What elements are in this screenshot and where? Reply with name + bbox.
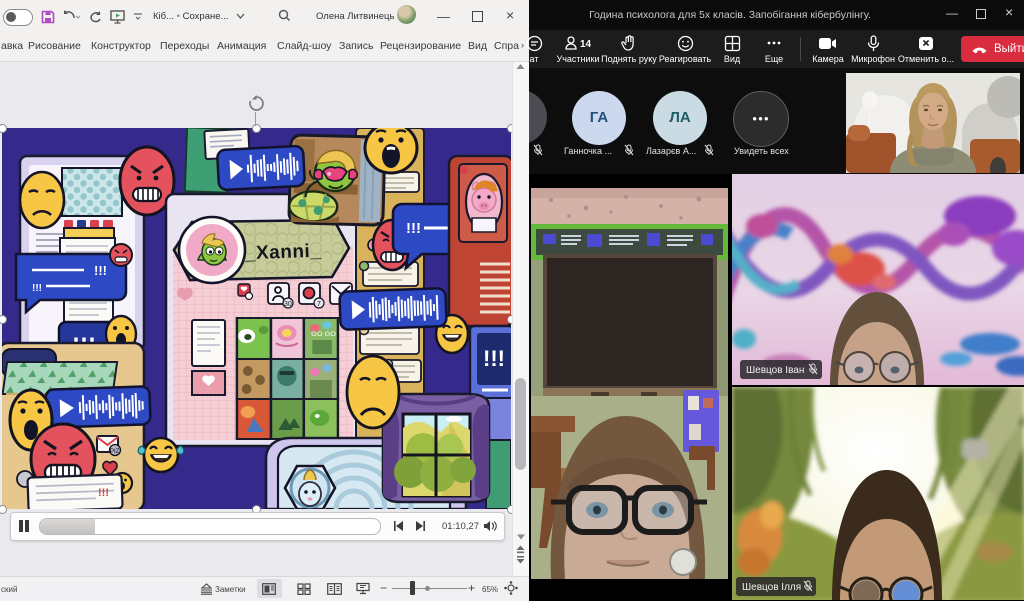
svg-text:7: 7 — [317, 301, 321, 308]
svg-text:PIZ: PIZ — [110, 449, 120, 455]
svg-text:Шевцов Іван: Шевцов Іван — [746, 365, 804, 376]
svg-text:30: 30 — [284, 301, 292, 308]
svg-text:!!!: !!! — [406, 220, 421, 237]
svg-text:!!!: !!! — [32, 283, 42, 294]
svg-text:Шевцов Ілля: Шевцов Ілля — [742, 582, 801, 593]
svg-text:GO GO: GO GO — [311, 332, 336, 338]
svg-text:!!!: !!! — [483, 346, 505, 371]
svg-text:14: 14 — [580, 39, 592, 50]
svg-text:!!!: !!! — [94, 263, 107, 278]
svg-text:_Xanni_: _Xanni_ — [244, 241, 322, 265]
svg-text:!!!: !!! — [98, 487, 109, 499]
